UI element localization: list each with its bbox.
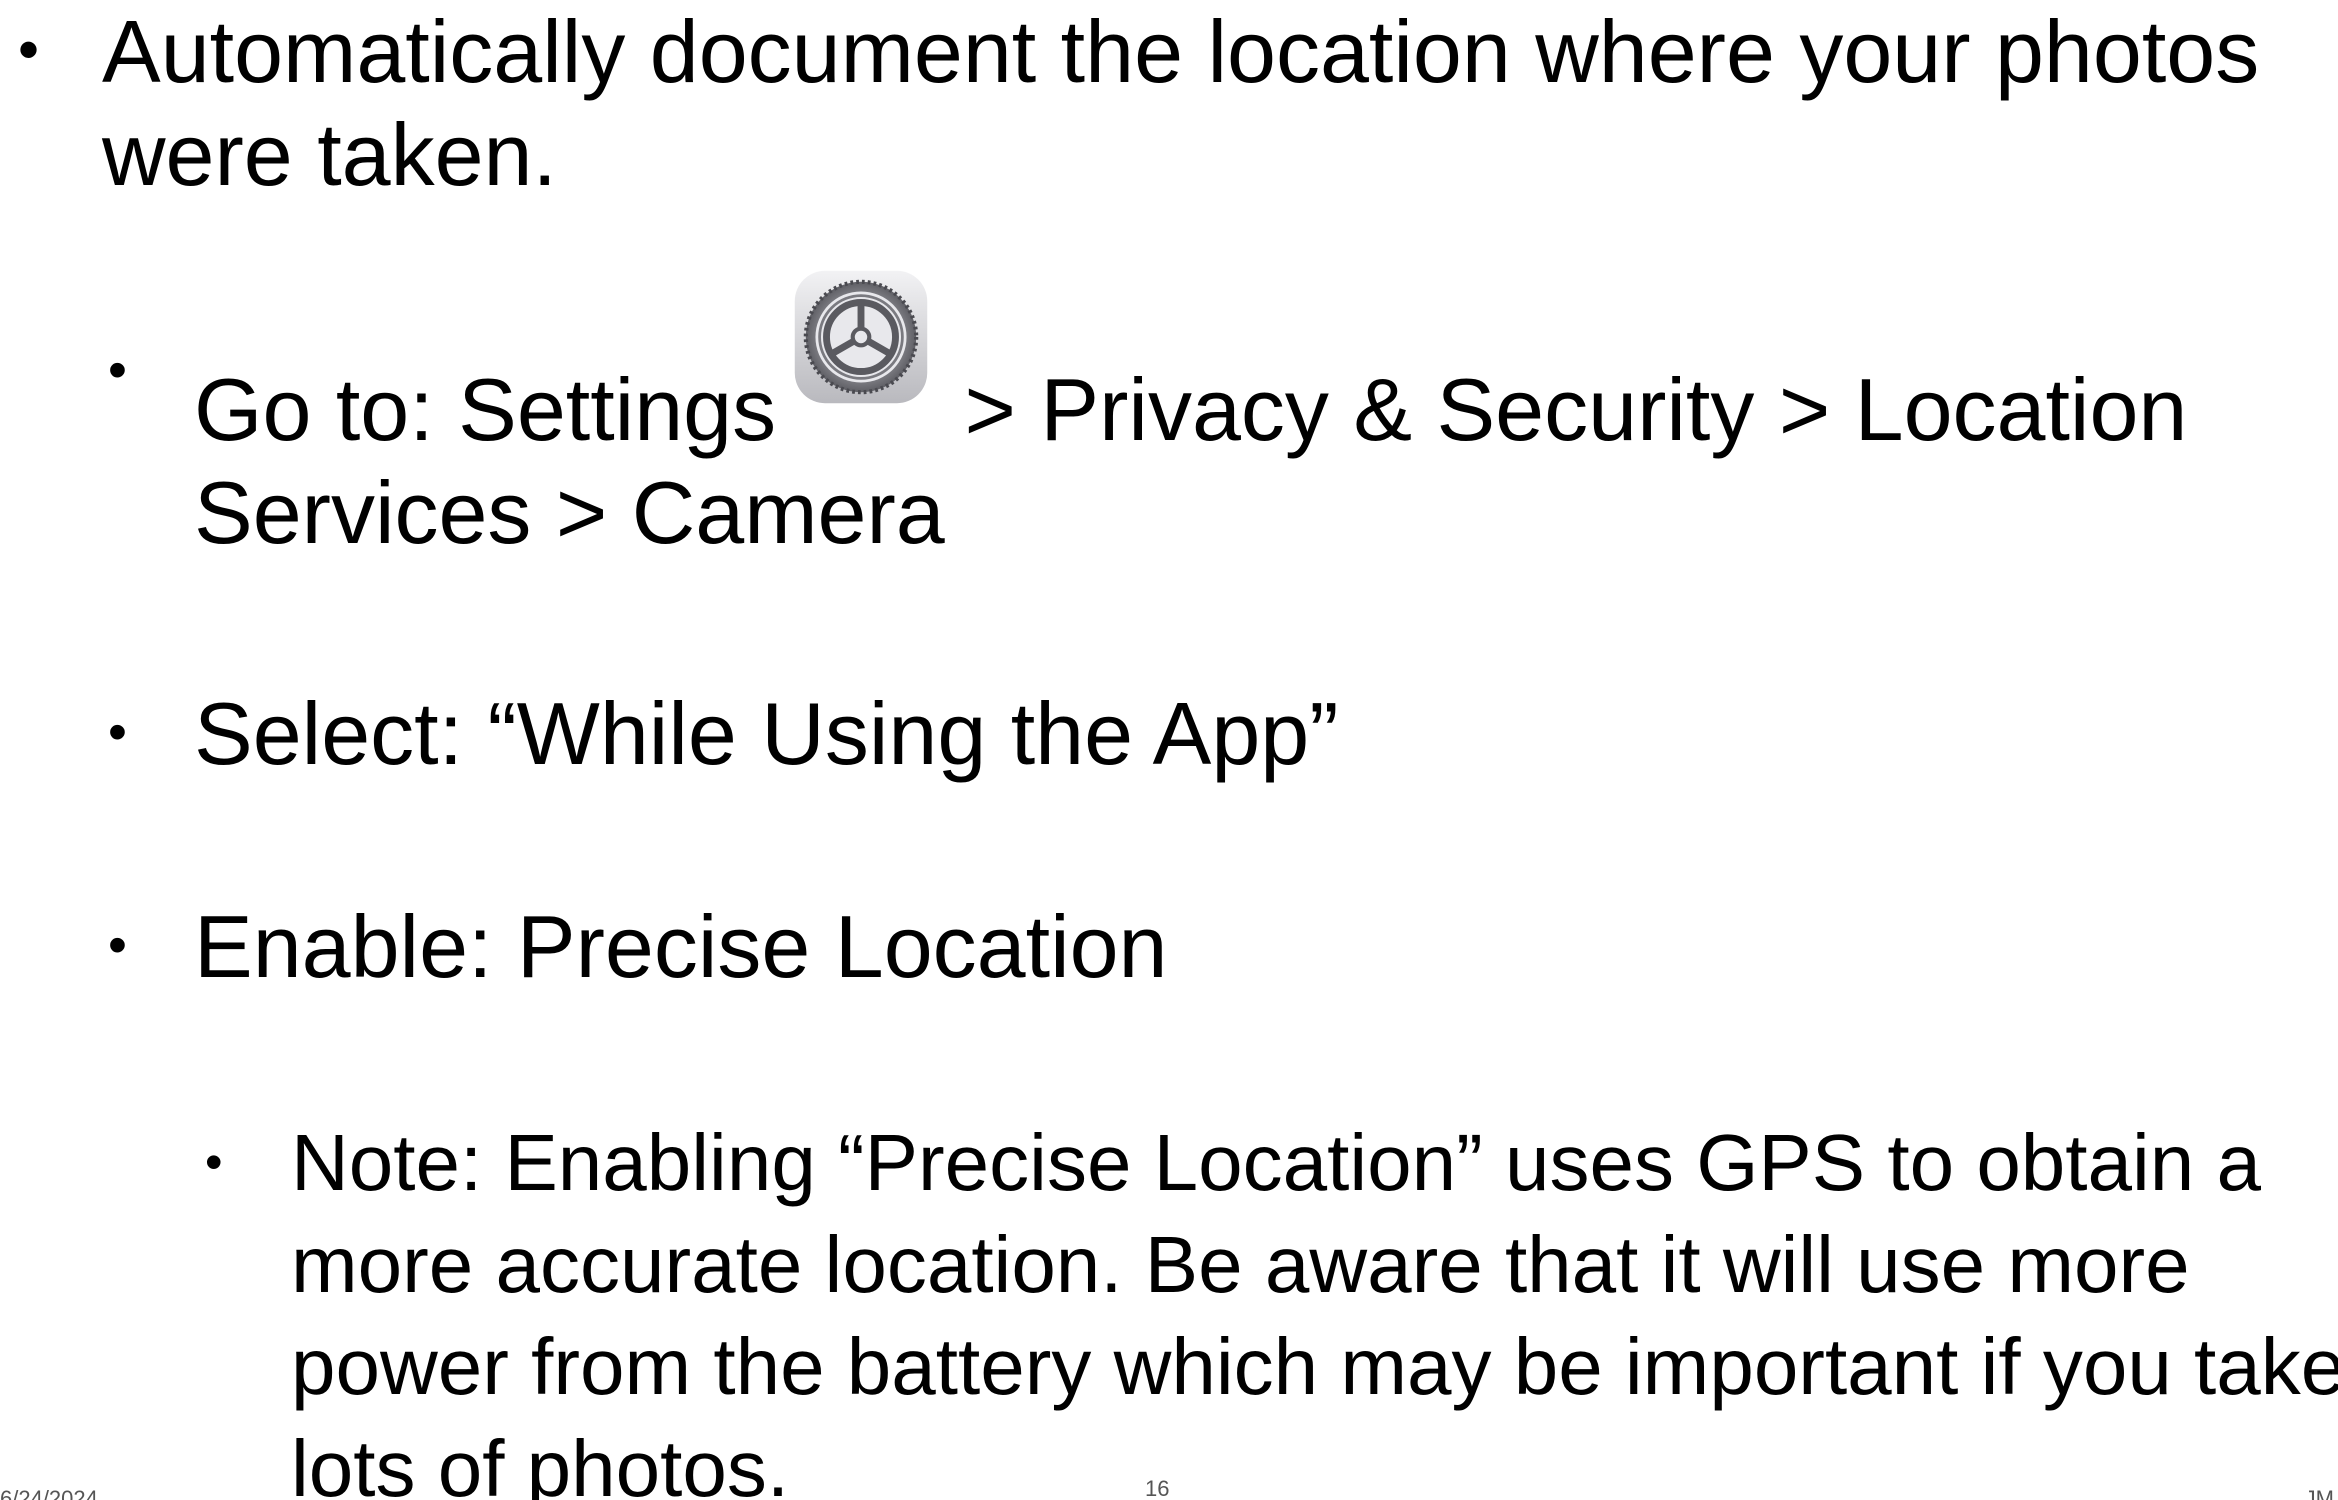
bullet-dot: • — [108, 915, 127, 975]
footer-initials: JM — [2304, 1486, 2334, 1500]
footer-page-number: 16 — [1145, 1476, 1170, 1500]
bullet-note-text: Note: Enabling “Precise Location” uses G… — [291, 1118, 2338, 1500]
bullet-main-text: Automatically document the location wher… — [102, 2, 2260, 204]
slide: • Automatically document the location wh… — [0, 0, 2338, 1500]
goto-prefix: Go to: Settings — [194, 360, 777, 459]
bullet-enable: • Enable: Precise Location — [108, 895, 2294, 998]
bullet-enable-text: Enable: Precise Location — [194, 897, 1168, 996]
bullet-goto-text: Go to: Settings > Privacy & Security > L… — [194, 270, 2294, 564]
bullet-dot: • — [18, 16, 40, 83]
bullet-dot: • — [108, 702, 127, 762]
settings-gear-icon — [792, 268, 930, 406]
bullet-select: • Select: “While Using the App” — [108, 682, 2294, 785]
bullet-dot: • — [205, 1134, 223, 1190]
bullet-main: • Automatically document the location wh… — [18, 0, 2318, 206]
footer-date: 6/24/2024 — [0, 1486, 98, 1500]
bullet-select-text: Select: “While Using the App” — [194, 684, 1339, 783]
bullet-note: • Note: Enabling “Precise Location” uses… — [205, 1112, 2338, 1500]
bullet-dot: • — [108, 340, 127, 400]
bullet-goto: • Go to: Settings > Privacy & Security >… — [108, 270, 2294, 564]
